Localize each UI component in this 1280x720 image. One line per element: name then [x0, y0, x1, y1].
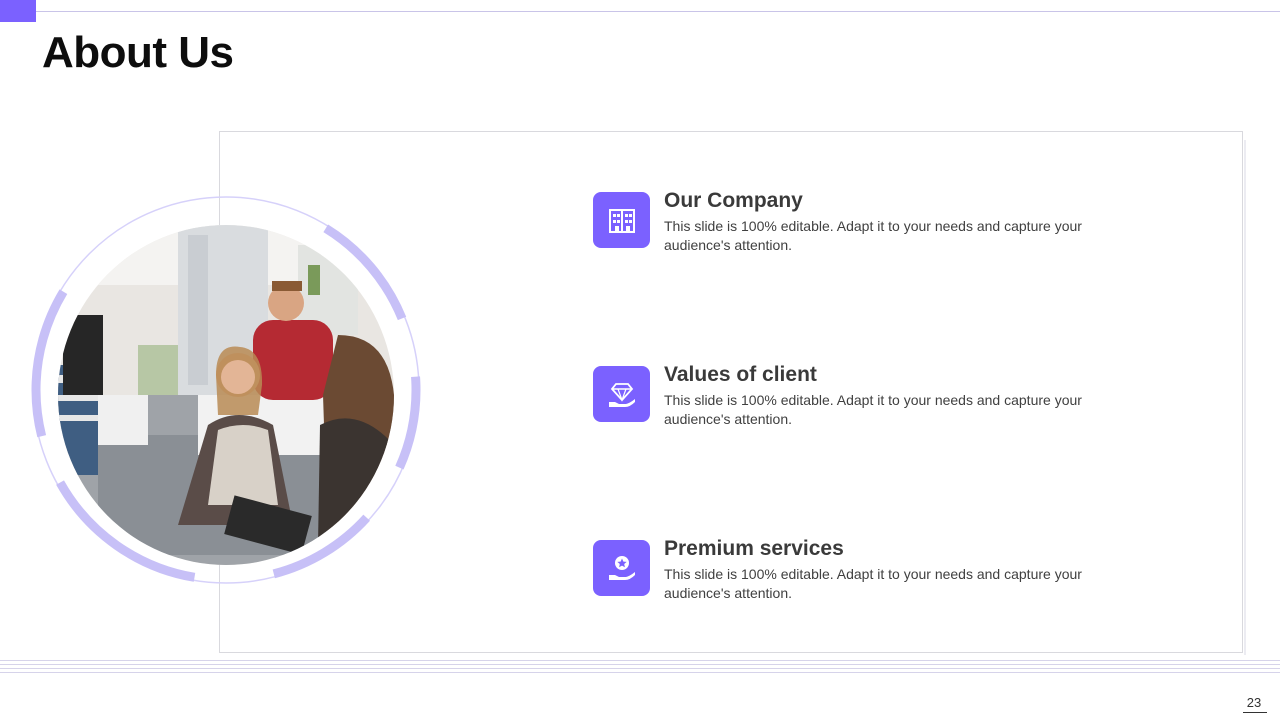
item-description: This slide is 100% editable. Adapt it to…: [664, 566, 1082, 601]
footer-lines: [0, 660, 1280, 674]
diamond-hand-icon: [593, 366, 650, 422]
item-heading: Values of client: [664, 363, 817, 386]
top-divider: [36, 11, 1280, 12]
star-hand-icon: [593, 540, 650, 596]
item-premium-services: Premium services This slide is 100% edit…: [593, 537, 1153, 610]
page-number-underline: [1243, 712, 1267, 713]
item-heading: Premium services: [664, 537, 844, 560]
item-heading: Our Company: [664, 189, 803, 212]
page-number: 23: [1246, 695, 1262, 710]
item-description: This slide is 100% editable. Adapt it to…: [664, 218, 1082, 253]
page-title: About Us: [42, 28, 234, 77]
team-meeting-photo: [58, 225, 394, 565]
corner-accent: [0, 0, 36, 22]
panel-shadow: [1244, 140, 1246, 655]
item-values-of-client: Values of client This slide is 100% edit…: [593, 363, 1153, 436]
item-our-company: Our Company This slide is 100% editable.…: [593, 189, 1153, 262]
item-description: This slide is 100% editable. Adapt it to…: [664, 392, 1082, 427]
building-icon: [593, 192, 650, 248]
